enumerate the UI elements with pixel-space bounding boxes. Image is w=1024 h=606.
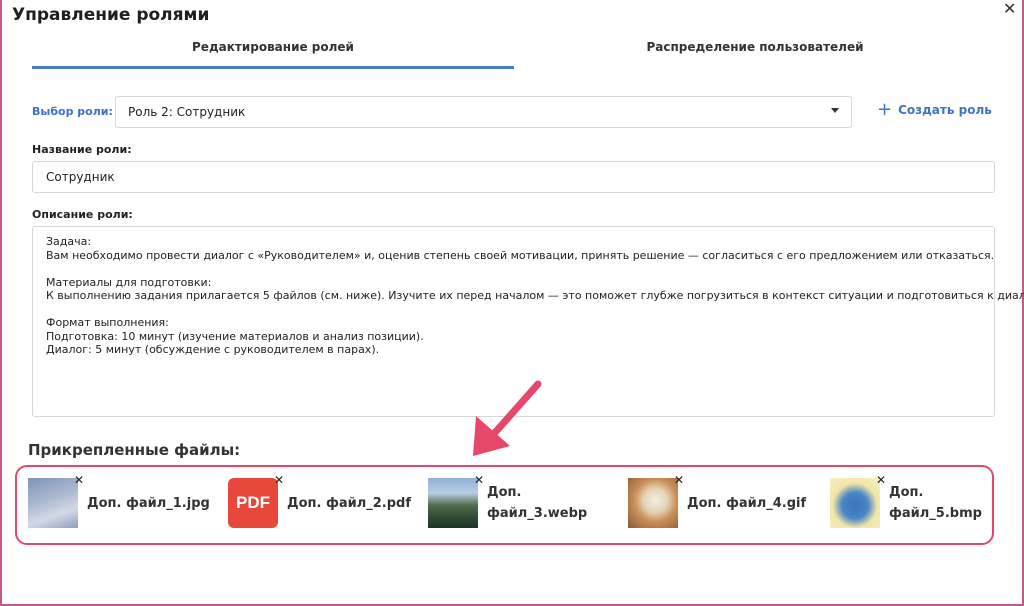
attachment-name-line: Доп. [487,485,522,500]
role-description-label: Описание роли: [32,208,133,221]
close-icon[interactable]: ✕ [1003,0,1016,18]
attachment-name: Доп. файл_2.pdf [287,495,412,511]
attachment-item[interactable]: ✕ Доп. файл_4.gif [628,474,807,528]
caret-down-icon [831,108,839,113]
attachment-name: Доп. файл_3.webp [487,482,587,524]
pdf-icon-label: PDF [236,493,270,512]
attachments-title: Прикрепленные файлы: [28,441,241,459]
attachment-name: Доп. файл_5.bmp [889,482,982,524]
tab-edit-roles[interactable]: Редактирование ролей [32,40,514,54]
description-line: Формат выполнения: [46,316,169,329]
description-line: Вам необходимо провести диалог с «Руково… [46,248,995,262]
description-line [46,303,981,317]
description-line: Подготовка: 10 минут (изучение материало… [46,329,424,343]
active-tab-indicator [32,66,514,69]
plus-icon: + [877,99,893,120]
attachment-name-line: файл_5.bmp [889,506,982,521]
create-role-label: Создать роль [898,103,992,117]
sky-photo-thumbnail: ✕ [28,474,84,528]
role-select-value: Роль 2: Сотрудник [128,105,246,119]
attachment-item[interactable]: ✕ Доп. файл_3.webp [428,474,587,528]
description-line: Задача: [46,235,92,248]
role-select[interactable]: Роль 2: Сотрудник [115,96,852,128]
role-select-label: Выбор роли: [32,105,113,118]
pointer-arrow-icon [473,380,542,456]
attachment-name-line: файл_3.webp [487,506,588,521]
role-name-label: Название роли: [32,143,132,156]
dog-photo-thumbnail: ✕ [628,474,684,528]
mountain-photo-thumbnail: ✕ [428,474,484,528]
pdf-icon: PDF ✕ [228,474,284,528]
attachment-name: Доп. файл_1.jpg [87,495,210,511]
dialog-title: Управление ролями [12,5,210,25]
remove-file-icon[interactable]: ✕ [674,474,684,486]
tab-user-distribution[interactable]: Распределение пользователей [514,40,996,54]
attachment-name-line: Доп. [889,485,924,500]
description-line [46,262,981,276]
remove-file-icon[interactable]: ✕ [876,474,886,486]
role-name-input[interactable]: Сотрудник [32,161,995,193]
attachment-item[interactable]: PDF ✕ Доп. файл_2.pdf [228,474,412,528]
description-line: Диалог: 5 минут (обсуждение с руководите… [46,343,380,356]
remove-file-icon[interactable]: ✕ [74,474,84,486]
create-role-button[interactable]: + Создать роль [877,99,992,120]
remove-file-icon[interactable]: ✕ [274,474,284,486]
attachment-name: Доп. файл_4.gif [687,495,807,511]
remove-file-icon[interactable]: ✕ [474,474,484,486]
description-line: Материалы для подготовки: [46,275,212,289]
backpack-image-thumbnail: ✕ [830,474,886,528]
attachment-item[interactable]: ✕ Доп. файл_1.jpg [28,474,210,528]
description-line: К выполнению задания прилагается 5 файло… [46,289,1024,302]
attachment-item[interactable]: ✕ Доп. файл_5.bmp [830,474,982,528]
